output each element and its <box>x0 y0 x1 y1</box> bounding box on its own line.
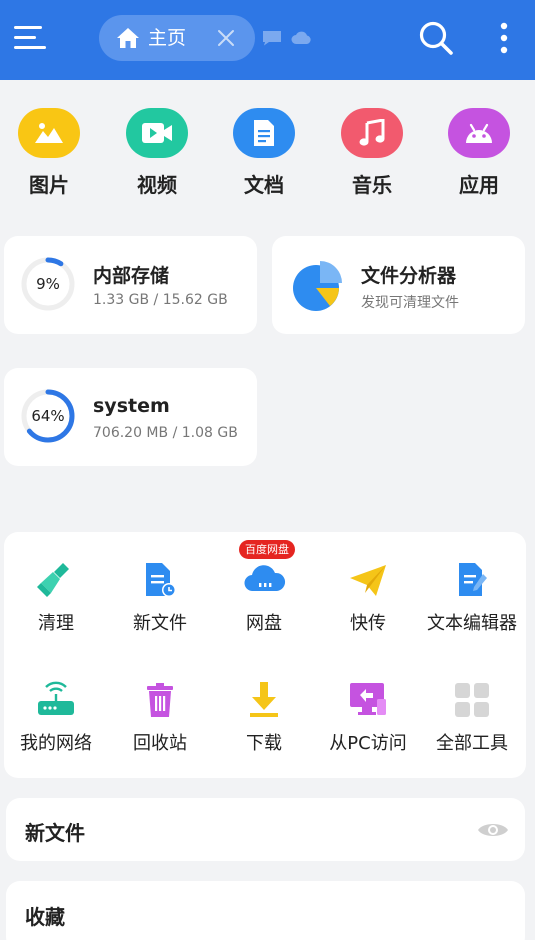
tool-text-editor[interactable]: 文本编辑器 <box>420 560 524 636</box>
tool-label: 新文件 <box>133 613 187 634</box>
category-apps[interactable]: 应用 <box>443 108 515 198</box>
cloud-icon[interactable] <box>291 30 312 45</box>
trash-icon <box>140 680 180 720</box>
document-icon <box>233 108 295 158</box>
system-storage-card[interactable]: 64% system 706.20 MB / 1.08 GB <box>4 368 257 466</box>
more-vertical-icon[interactable] <box>494 20 514 56</box>
android-icon <box>448 108 510 158</box>
favorites-section[interactable]: 收藏 <box>6 881 525 940</box>
new-files-title: 新文件 <box>25 821 85 845</box>
broom-icon <box>36 560 76 600</box>
category-videos[interactable]: 视频 <box>121 108 193 198</box>
tab-home-label: 主页 <box>148 27 187 49</box>
close-icon[interactable] <box>215 27 237 49</box>
system-storage-percent: 64% <box>31 407 65 425</box>
menu-icon[interactable] <box>14 24 48 52</box>
tool-clean[interactable]: 清理 <box>4 560 108 636</box>
category-label: 视频 <box>137 173 177 197</box>
tool-new-files[interactable]: 新文件 <box>108 560 212 636</box>
tool-my-network[interactable]: 我的网络 <box>4 680 108 756</box>
system-storage-title: system <box>93 395 170 417</box>
music-icon <box>341 108 403 158</box>
tool-label: 网盘 <box>246 613 282 634</box>
file-analyzer-title: 文件分析器 <box>361 265 457 287</box>
eye-icon[interactable] <box>477 820 509 840</box>
category-images[interactable]: 图片 <box>13 108 85 198</box>
new-file-icon <box>140 560 180 600</box>
baidu-drive-badge: 百度网盘 <box>239 540 295 559</box>
tool-label: 全部工具 <box>436 733 508 754</box>
system-storage-usage: 706.20 MB / 1.08 GB <box>93 425 238 441</box>
tool-download[interactable]: 下载 <box>212 680 316 756</box>
internal-storage-card[interactable]: 9% 内部存储 1.33 GB / 15.62 GB <box>4 236 257 334</box>
image-icon <box>18 108 80 158</box>
category-label: 图片 <box>29 173 69 197</box>
tab-home[interactable]: 主页 <box>99 15 255 61</box>
category-label: 应用 <box>459 173 499 197</box>
app-top-bar: 主页 <box>0 0 535 80</box>
internal-storage-percent: 9% <box>36 275 60 293</box>
favorites-title: 收藏 <box>25 905 65 929</box>
tool-label: 回收站 <box>133 733 187 754</box>
video-icon <box>126 108 188 158</box>
paper-plane-icon <box>348 560 388 600</box>
cloud-drive-icon <box>244 560 286 600</box>
file-analyzer-subtitle: 发现可清理文件 <box>361 295 459 311</box>
category-label: 音乐 <box>352 173 392 197</box>
category-documents[interactable]: 文档 <box>228 108 300 198</box>
home-icon <box>117 28 139 48</box>
tool-label: 下载 <box>246 733 282 754</box>
tool-recycle-bin[interactable]: 回收站 <box>108 680 212 756</box>
tool-label: 清理 <box>38 613 74 634</box>
internal-storage-title: 内部存储 <box>93 265 170 287</box>
category-label: 文档 <box>244 173 284 197</box>
tool-cloud-drive[interactable]: 网盘 <box>212 560 316 636</box>
category-music[interactable]: 音乐 <box>336 108 408 198</box>
pie-chart-icon <box>293 261 342 311</box>
tool-quick-send[interactable]: 快传 <box>316 560 420 636</box>
tool-label: 我的网络 <box>20 733 92 754</box>
tool-all-tools[interactable]: 全部工具 <box>420 680 524 756</box>
pc-access-icon <box>348 680 388 720</box>
new-files-section[interactable]: 新文件 <box>6 798 525 861</box>
text-editor-icon <box>452 560 492 600</box>
tool-label: 文本编辑器 <box>427 613 517 634</box>
search-icon[interactable] <box>418 20 454 56</box>
router-icon <box>36 680 76 720</box>
message-icon[interactable] <box>262 30 282 46</box>
tool-label: 快传 <box>350 613 386 634</box>
download-icon <box>244 680 284 720</box>
internal-storage-usage: 1.33 GB / 15.62 GB <box>93 292 228 308</box>
file-analyzer-card[interactable]: 文件分析器 发现可清理文件 <box>272 236 525 334</box>
grid-icon <box>452 680 492 720</box>
tool-pc-access[interactable]: 从PC访问 <box>316 680 420 756</box>
tool-label: 从PC访问 <box>329 733 407 754</box>
